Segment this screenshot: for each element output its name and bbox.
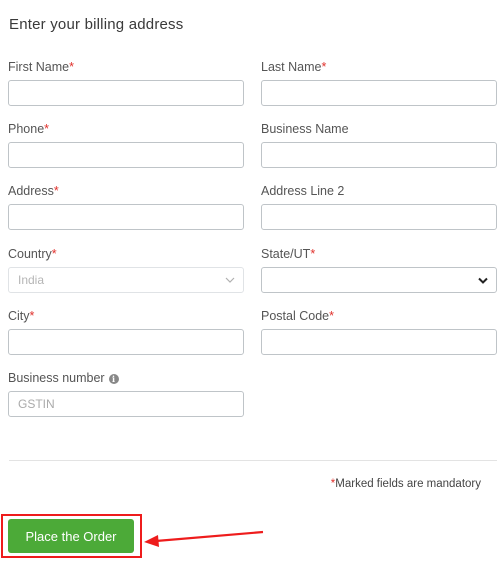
required-marker: * xyxy=(310,247,316,261)
phone-label: Phone* xyxy=(8,122,50,136)
business-name-label: Business Name xyxy=(261,122,349,136)
address-input[interactable] xyxy=(8,204,244,230)
required-marker: * xyxy=(44,122,50,136)
place-order-button[interactable]: Place the Order xyxy=(8,519,134,553)
postal-code-group: Postal Code* xyxy=(261,308,497,355)
state-label: State/UT* xyxy=(261,247,316,261)
state-group: State/UT* xyxy=(261,246,497,293)
address-label: Address* xyxy=(8,184,59,198)
required-marker: * xyxy=(51,247,57,261)
required-marker: * xyxy=(29,309,35,323)
business-number-input[interactable]: GSTIN xyxy=(8,391,244,417)
business-number-placeholder: GSTIN xyxy=(18,397,55,411)
chevron-down-icon xyxy=(478,268,488,292)
required-marker: * xyxy=(69,60,74,74)
first-name-label: First Name* xyxy=(8,60,74,74)
address-line2-label: Address Line 2 xyxy=(261,184,345,198)
phone-group: Phone* xyxy=(8,121,244,168)
city-label: City* xyxy=(8,309,35,323)
first-name-group: First Name* xyxy=(8,59,244,106)
business-number-label: Business number i xyxy=(8,370,244,386)
address-line2-group: Address Line 2 xyxy=(261,183,497,230)
last-name-group: Last Name* xyxy=(261,59,497,106)
divider xyxy=(9,460,497,461)
arrow-annotation-icon xyxy=(144,530,264,547)
last-name-label: Last Name* xyxy=(261,60,327,74)
state-select[interactable] xyxy=(261,267,497,293)
city-group: City* xyxy=(8,308,244,355)
country-label: Country* xyxy=(8,247,57,261)
postal-code-label: Postal Code* xyxy=(261,309,334,323)
country-value: India xyxy=(18,273,45,287)
form-title: Enter your billing address xyxy=(9,16,184,33)
country-group: Country* India xyxy=(8,246,244,293)
last-name-input[interactable] xyxy=(261,80,497,106)
phone-input[interactable] xyxy=(8,142,244,168)
address-group: Address* xyxy=(8,183,244,230)
city-input[interactable] xyxy=(8,329,244,355)
business-name-input[interactable] xyxy=(261,142,497,168)
info-icon[interactable]: i xyxy=(108,374,119,384)
mandatory-note: *Marked fields are mandatory xyxy=(330,478,481,490)
required-marker: * xyxy=(53,184,59,198)
country-select[interactable]: India xyxy=(8,267,244,293)
required-marker: * xyxy=(329,309,334,323)
chevron-down-icon xyxy=(225,268,235,292)
required-marker: * xyxy=(321,60,327,74)
address-line2-input[interactable] xyxy=(261,204,497,230)
business-name-group: Business Name xyxy=(261,121,497,168)
postal-code-input[interactable] xyxy=(261,329,497,355)
business-number-group: Business number i GSTIN xyxy=(8,370,244,417)
first-name-input[interactable] xyxy=(8,80,244,106)
